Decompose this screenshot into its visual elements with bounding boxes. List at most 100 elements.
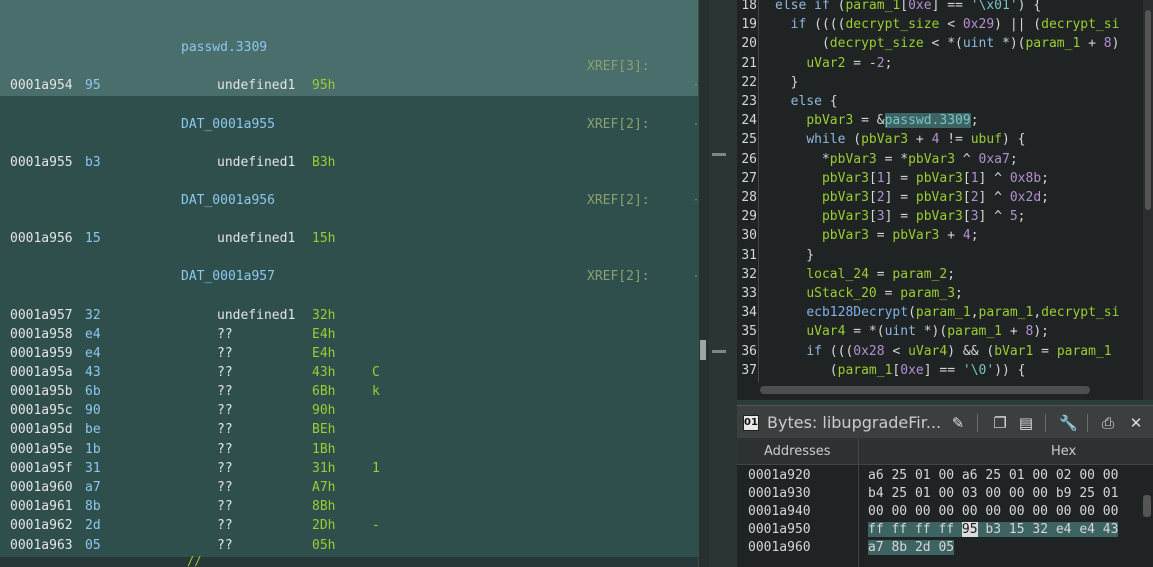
hex-bytes[interactable]: b4 25 01 00 03 00 00 00 b9 25 01 — [868, 486, 1118, 501]
edit-icon[interactable]: ✎ — [949, 414, 967, 432]
hex-bytes-selected[interactable]: ff ff ff ff — [868, 522, 962, 537]
xref-passwd[interactable]: XREF[3]: — [587, 57, 650, 76]
listing-row[interactable]: 0001a957 32 undefined1 32h — [0, 306, 698, 325]
label-row[interactable]: DAT_0001a957XREF[2]:· — [0, 267, 698, 286]
decompiler-panel[interactable]: 18 else if (param_1[0xe] == '\x01') {19 i… — [737, 0, 1153, 400]
address[interactable]: 0001a963 — [10, 536, 73, 555]
listing-row[interactable]: 0001a959 e4?? E4h — [0, 344, 698, 363]
listing-row[interactable]: 0001a95e 1b?? 1Bh — [0, 440, 698, 459]
code-line[interactable]: 28 pbVar3[2] = pbVar3[2] ^ 0x2d; — [737, 188, 1153, 207]
paste-icon[interactable]: ▤ — [1017, 414, 1035, 432]
code-text[interactable]: (decrypt_size < *(uint *)(param_1 + 8) — [775, 34, 1119, 53]
xref-link[interactable]: XREF[2]: — [587, 267, 650, 286]
code-line[interactable]: 36 if (((0x28 < uVar4) && (bVar1 = param… — [737, 342, 1153, 361]
code-line[interactable]: 34 ecb128Decrypt(param_1,param_1,decrypt… — [737, 303, 1153, 322]
col-hex[interactable]: Hex — [1051, 444, 1076, 459]
data-label[interactable]: DAT_0001a955 — [181, 115, 275, 134]
code-text[interactable]: else { — [775, 92, 838, 111]
code-line[interactable]: 37 (param_1[0xe] == '\0')) { — [737, 361, 1153, 380]
code-text[interactable]: uStack_20 = param_3; — [775, 284, 963, 303]
divider-arrow[interactable] — [700, 340, 706, 360]
listing-row[interactable]: 0001a95b 6b?? 6Bh k — [0, 382, 698, 401]
address[interactable]: 0001a960 — [10, 478, 73, 497]
address[interactable]: 0001a959 — [10, 344, 73, 363]
label-row[interactable]: DAT_0001a956XREF[2]:· — [0, 191, 698, 210]
bytes-row[interactable]: 0001a940 00 00 00 00 00 00 00 00 00 00 00 — [737, 503, 1153, 521]
snapshot-icon[interactable]: ⎙ — [1099, 414, 1117, 432]
listing-row[interactable]: 0001a960 a7?? A7h — [0, 478, 698, 497]
listing-panel[interactable]: passwd.3309 XREF[3]: · 0001a954 95 undefin… — [0, 0, 698, 567]
bytes-row[interactable]: 0001a930 b4 25 01 00 03 00 00 00 b9 25 01 — [737, 485, 1153, 503]
code-line[interactable]: 30 pbVar3 = pbVar3 + 4; — [737, 226, 1153, 245]
grip-handle[interactable] — [712, 350, 726, 353]
listing-row[interactable]: 0001a95f 31?? 31h 1 — [0, 459, 698, 478]
code-text[interactable]: pbVar3 = &passwd.3309; — [775, 111, 979, 130]
code-text[interactable]: pbVar3[1] = pbVar3[1] ^ 0x8b; — [775, 169, 1049, 188]
code-line[interactable]: 20 (decrypt_size < *(uint *)(param_1 + 8… — [737, 34, 1153, 53]
bytes-row[interactable]: 0001a960 a7 8b 2d 05 — [737, 539, 1153, 557]
bytes-hex[interactable]: ff ff ff ff 95 b3 15 32 e4 e4 43 — [868, 521, 1119, 539]
code-text[interactable]: *pbVar3 = *pbVar3 ^ 0xa7; — [775, 150, 1018, 169]
data-label[interactable]: DAT_0001a956 — [181, 191, 275, 210]
listing-row[interactable]: 0001a95d be?? BEh — [0, 420, 698, 439]
bytes-hex[interactable]: 00 00 00 00 00 00 00 00 00 00 00 — [868, 503, 1118, 521]
decompiler-vscroll-thumb[interactable] — [1145, 10, 1151, 210]
hex-bytes[interactable]: a6 25 01 00 a6 25 01 00 02 00 00 — [868, 468, 1118, 483]
bytes-address[interactable]: 0001a950 — [748, 521, 811, 539]
listing-row[interactable]: 0001a95c 90?? 90h — [0, 401, 698, 420]
bytes-row[interactable]: 0001a950 ff ff ff ff 95 b3 15 32 e4 e4 43 — [737, 521, 1153, 539]
code-text[interactable]: } — [775, 73, 799, 92]
listing-row[interactable]: 0001a958 e4?? E4h — [0, 325, 698, 344]
code-line[interactable]: 33 uStack_20 = param_3; — [737, 284, 1153, 303]
address[interactable]: 0001a956 — [10, 229, 73, 248]
code-text[interactable]: (param_1[0xe] == '\0')) { — [775, 361, 1026, 380]
grip-handle[interactable] — [712, 153, 726, 156]
label-row-passwd[interactable]: passwd.3309 XREF[3]: · — [0, 19, 698, 91]
bytes-row[interactable]: 0001a920 a6 25 01 00 a6 25 01 00 02 00 00 — [737, 467, 1153, 485]
bytes-hex[interactable]: a7 8b 2d 05 — [868, 539, 955, 557]
address[interactable]: 0001a958 — [10, 325, 73, 344]
code-line[interactable]: 24 pbVar3 = &passwd.3309; — [737, 111, 1153, 130]
address[interactable]: 0001a95f — [10, 459, 73, 478]
code-text[interactable]: pbVar3[2] = pbVar3[2] ^ 0x2d; — [775, 188, 1049, 207]
code-line[interactable]: 32 local_24 = param_2; — [737, 265, 1153, 284]
bytes-address[interactable]: 0001a920 — [748, 467, 811, 485]
code-text[interactable]: while (pbVar3 + 4 != ubuf) { — [775, 130, 1025, 149]
code-line[interactable]: 18 else if (param_1[0xe] == '\x01') { — [737, 0, 1153, 15]
decompiler-hscroll-thumb[interactable] — [760, 386, 1090, 394]
code-line[interactable]: 31 } — [737, 246, 1153, 265]
address[interactable]: 0001a95c — [10, 401, 73, 420]
wrench-icon[interactable]: 🔧 — [1059, 414, 1078, 432]
address[interactable]: 0001a955 — [10, 153, 73, 172]
code-line[interactable]: 22 } — [737, 73, 1153, 92]
code-text[interactable]: ecb128Decrypt(param_1,param_1,decrypt_si — [775, 303, 1119, 322]
code-line[interactable]: 27 pbVar3[1] = pbVar3[1] ^ 0x8b; — [737, 169, 1153, 188]
hex-bytes-selected[interactable]: b3 15 32 e4 e4 43 — [977, 522, 1119, 537]
address[interactable]: 0001a962 — [10, 516, 73, 535]
bytes-hex[interactable]: b4 25 01 00 03 00 00 00 b9 25 01 — [868, 485, 1118, 503]
code-line[interactable]: 29 pbVar3[3] = pbVar3[3] ^ 5; — [737, 207, 1153, 226]
code-line[interactable]: 26 *pbVar3 = *pbVar3 ^ 0xa7; — [737, 150, 1153, 169]
address[interactable]: 0001a95b — [10, 382, 73, 401]
code-line[interactable]: 21 uVar2 = -2; — [737, 54, 1153, 73]
listing-row[interactable]: 0001a962 2d?? 2Dh - — [0, 516, 698, 535]
bytes-address[interactable]: 0001a940 — [748, 503, 811, 521]
code-text[interactable]: if ((((decrypt_size < 0x29) || (decrypt_… — [775, 15, 1120, 34]
address[interactable]: 0001a954 — [10, 76, 73, 95]
code-text[interactable]: pbVar3 = pbVar3 + 4; — [775, 226, 979, 245]
listing-row[interactable]: 0001a961 8b?? 8Bh — [0, 497, 698, 516]
code-text[interactable]: if (((0x28 < uVar4) && (bVar1 = param_1 — [775, 342, 1111, 361]
bytes-hex[interactable]: a6 25 01 00 a6 25 01 00 02 00 00 — [868, 467, 1118, 485]
hex-cursor-byte[interactable]: 95 — [961, 522, 978, 537]
bytes-vscroll-thumb[interactable] — [1143, 495, 1151, 517]
listing-row[interactable]: 0001a955 b3 undefined1 B3h — [0, 153, 698, 172]
code-text[interactable]: } — [775, 246, 814, 265]
code-text[interactable]: local_24 = param_2; — [775, 265, 955, 284]
address[interactable]: 0001a957 — [10, 306, 73, 325]
address[interactable]: 0001a95a — [10, 363, 73, 382]
xref-link[interactable]: XREF[2]: — [587, 191, 650, 210]
code-line[interactable]: 25 while (pbVar3 + 4 != ubuf) { — [737, 130, 1153, 149]
bytes-address[interactable]: 0001a930 — [748, 485, 811, 503]
col-addresses[interactable]: Addresses — [764, 444, 831, 459]
address[interactable]: 0001a961 — [10, 497, 73, 516]
